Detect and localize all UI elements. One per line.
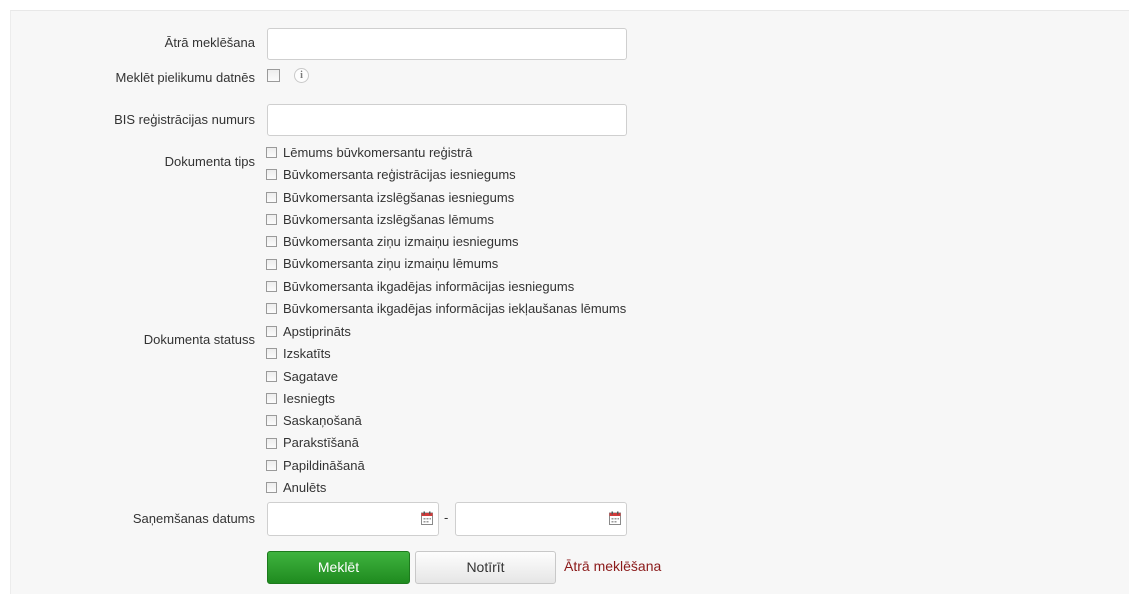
document-type-label: Dokumenta tips	[164, 154, 255, 169]
option-label: Būvkomersanta ikgadējas informācijas iek…	[283, 301, 627, 317]
document-type-option[interactable]: Būvkomersanta ziņu izmaiņu lēmums	[266, 254, 626, 276]
checkbox[interactable]	[266, 459, 277, 471]
checkbox[interactable]	[266, 482, 277, 494]
document-status-option[interactable]: Apstiprināts	[266, 322, 365, 344]
option-label: Būvkomersanta reģistrācijas iesniegums	[283, 167, 516, 183]
option-label: Sagatave	[283, 368, 338, 384]
checkbox[interactable]	[266, 437, 277, 449]
option-label: Saskaņošanā	[283, 413, 362, 429]
bis-number-label: BIS reģistrācijas numurs	[114, 112, 255, 127]
document-type-option[interactable]: Būvkomersanta ikgadējas informācijas ies…	[266, 277, 626, 299]
document-type-option[interactable]: Būvkomersanta izslēgšanas iesniegums	[266, 188, 626, 210]
date-from-input[interactable]	[268, 503, 414, 533]
checkbox[interactable]	[266, 147, 277, 159]
document-status-option[interactable]: Papildināšanā	[266, 456, 365, 478]
document-status-option[interactable]: Izskatīts	[266, 344, 365, 366]
document-status-list: Apstiprināts Izskatīts Sagatave Iesniegt…	[266, 322, 365, 500]
option-label: Būvkomersanta ziņu izmaiņu lēmums	[283, 256, 499, 272]
quick-search-link[interactable]: Ātrā meklēšana	[564, 558, 661, 574]
document-type-option[interactable]: Lēmums būvkomersantu reģistrā	[266, 143, 626, 165]
date-from-field[interactable]	[267, 502, 439, 536]
document-type-option[interactable]: Būvkomersanta ziņu izmaiņu iesniegums	[266, 232, 626, 254]
info-icon[interactable]: i	[294, 68, 309, 83]
document-status-option[interactable]: Saskaņošanā	[266, 411, 365, 433]
search-attachments-label: Meklēt pielikumu datnēs	[115, 70, 255, 85]
option-label: Būvkomersanta izslēgšanas iesniegums	[283, 189, 515, 205]
document-status-option[interactable]: Anulēts	[266, 478, 365, 500]
document-type-option[interactable]: Būvkomersanta ikgadējas informācijas iek…	[266, 299, 626, 321]
option-label: Apstiprināts	[283, 324, 351, 339]
checkbox[interactable]	[266, 280, 277, 292]
option-label: Izskatīts	[283, 346, 331, 362]
date-range-separator: -	[444, 510, 449, 525]
calendar-icon[interactable]	[609, 511, 621, 525]
clear-button[interactable]: Notīrīt	[415, 551, 556, 584]
checkbox[interactable]	[266, 236, 277, 248]
option-label: Anulēts	[283, 480, 327, 496]
option-label: Parakstīšanā	[283, 435, 359, 451]
option-label: Iesniegts	[283, 390, 336, 406]
checkbox[interactable]	[266, 392, 277, 404]
checkbox[interactable]	[266, 303, 277, 315]
quick-search-label: Ātrā meklēšana	[164, 35, 255, 50]
date-to-field[interactable]	[455, 502, 627, 536]
option-label: Būvkomersanta ziņu izmaiņu iesniegums	[283, 234, 519, 250]
option-label: Būvkomersanta izslēgšanas lēmums	[283, 211, 494, 227]
received-date-label: Saņemšanas datums	[132, 511, 255, 526]
checkbox[interactable]	[266, 258, 277, 270]
bis-number-input[interactable]	[267, 104, 627, 136]
document-type-list: Lēmums būvkomersantu reģistrā Būvkomersa…	[266, 143, 626, 321]
option-label: Papildināšanā	[283, 457, 365, 473]
checkbox[interactable]	[266, 191, 277, 203]
calendar-icon[interactable]	[421, 511, 433, 525]
checkbox[interactable]	[266, 326, 277, 338]
checkbox[interactable]	[266, 415, 277, 427]
checkbox[interactable]	[266, 370, 277, 382]
document-status-option[interactable]: Iesniegts	[266, 389, 365, 411]
date-to-input[interactable]	[456, 503, 602, 533]
document-type-option[interactable]: Būvkomersanta reģistrācijas iesniegums	[266, 165, 626, 187]
document-status-option[interactable]: Sagatave	[266, 367, 365, 389]
search-button[interactable]: Meklēt	[267, 551, 410, 584]
quick-search-input[interactable]	[267, 28, 627, 60]
search-attachments-checkbox[interactable]	[267, 69, 280, 82]
document-type-option[interactable]: Būvkomersanta izslēgšanas lēmums	[266, 210, 626, 232]
checkbox[interactable]	[266, 169, 277, 181]
option-label: Lēmums būvkomersantu reģistrā	[283, 145, 473, 160]
option-label: Būvkomersanta ikgadējas informācijas ies…	[283, 278, 575, 294]
document-status-label: Dokumenta statuss	[143, 332, 255, 347]
checkbox[interactable]	[266, 348, 277, 360]
document-status-option[interactable]: Parakstīšanā	[266, 433, 365, 455]
checkbox[interactable]	[266, 213, 277, 225]
